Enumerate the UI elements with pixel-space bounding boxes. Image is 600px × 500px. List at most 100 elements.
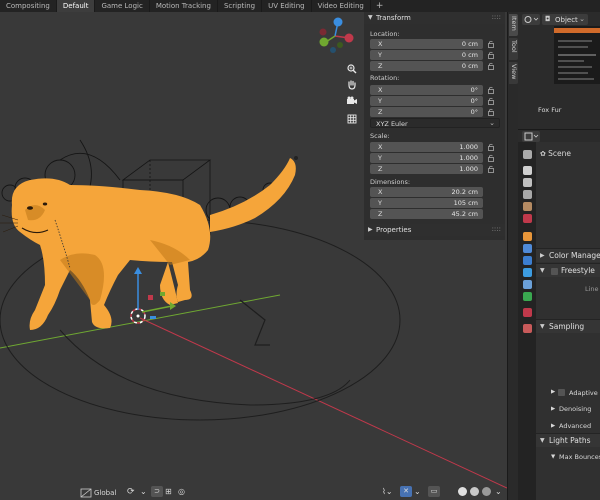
field-value: 105 cm: [453, 199, 478, 207]
adaptive-checkbox[interactable]: [558, 389, 565, 396]
drag-handle-icon[interactable]: ::::: [492, 225, 501, 233]
snap-magnet-button[interactable]: ⊃: [151, 486, 163, 497]
lock-icon[interactable]: [487, 143, 495, 151]
xray-toggle-chevron-icon[interactable]: ⌄: [414, 487, 421, 497]
rotation-y-field[interactable]: Y 0°: [370, 96, 483, 106]
hand-pan-icon[interactable]: [346, 79, 358, 91]
tool-tab-icon[interactable]: [523, 150, 532, 159]
dimensions-y-field[interactable]: Y 105 cm: [370, 198, 483, 208]
view-layer-tab-icon[interactable]: [523, 190, 532, 199]
object-mode-dropdown[interactable]: ◘ Object ⌄: [542, 14, 588, 25]
lock-icon[interactable]: [487, 97, 495, 105]
sidebar-tab-item[interactable]: Item: [509, 14, 518, 36]
proportional-edit-icon[interactable]: ◎: [178, 487, 185, 497]
grid-icon[interactable]: [346, 113, 358, 125]
render-tab-icon[interactable]: [523, 166, 532, 175]
node-editor-area[interactable]: ◘ Object ⌄ Fox Fur: [518, 12, 600, 130]
lock-icon[interactable]: [487, 165, 495, 173]
drag-handle-icon[interactable]: ::::: [492, 13, 501, 21]
sidebar-n-panel: ▼ Transform :::: Location: X0 cm Y0 cm Z…: [364, 12, 505, 240]
rotation-z-field[interactable]: Z 0°: [370, 107, 483, 117]
expand-arrow-icon: ▶: [551, 389, 556, 395]
lock-icon[interactable]: [487, 108, 495, 116]
scene-row[interactable]: ✿ Scene: [540, 149, 571, 158]
location-z-field[interactable]: Z 0 cm: [370, 61, 483, 71]
wireframe-shading-icon[interactable]: ▭: [428, 486, 440, 497]
orientation-dropdown[interactable]: Global: [94, 488, 116, 498]
sidebar-tab-tool[interactable]: Tool: [509, 38, 518, 60]
material-tab-icon[interactable]: [523, 308, 532, 317]
dimensions-x-field[interactable]: X 20.2 cm: [370, 187, 483, 197]
lock-icon[interactable]: [487, 62, 495, 70]
gizmo-neg-x-icon[interactable]: [319, 28, 327, 36]
physics-tab-icon[interactable]: [523, 268, 532, 277]
lock-icon[interactable]: [487, 154, 495, 162]
pivot-point-icon[interactable]: ⟳: [127, 487, 135, 497]
scale-y-field[interactable]: Y 1.000: [370, 153, 483, 163]
tab-game-logic[interactable]: Game Logic: [95, 0, 150, 12]
camera-icon[interactable]: [346, 95, 358, 107]
shading-options-chevron-icon[interactable]: ⌄: [495, 487, 502, 497]
lock-icon[interactable]: [487, 86, 495, 94]
add-workspace-button[interactable]: +: [371, 0, 389, 12]
scene-tab-icon[interactable]: [523, 202, 532, 211]
sampling-section[interactable]: ▼ Sampling: [536, 319, 600, 333]
rotation-x-field[interactable]: X 0°: [370, 85, 483, 95]
location-y-field[interactable]: Y 0 cm: [370, 50, 483, 60]
scale-x-field[interactable]: X 1.000: [370, 142, 483, 152]
field-axis-label: Y: [378, 97, 382, 105]
field-axis-label: Y: [378, 51, 382, 59]
gizmo-z-icon[interactable]: [333, 17, 343, 27]
sidebar-tab-view[interactable]: View: [509, 62, 518, 84]
constraints-tab-icon[interactable]: [523, 280, 532, 289]
tab-default[interactable]: Default: [56, 0, 96, 12]
texture-tab-icon[interactable]: [523, 324, 532, 333]
gizmo-neg-y-icon[interactable]: [337, 42, 343, 48]
material-shading-icon[interactable]: [470, 487, 479, 496]
tab-scripting[interactable]: Scripting: [218, 0, 263, 12]
denoising-label[interactable]: Denoising: [559, 405, 591, 413]
tab-video-editing[interactable]: Video Editing: [312, 0, 371, 12]
output-tab-icon[interactable]: [523, 178, 532, 187]
lock-icon[interactable]: [487, 40, 495, 48]
snap-target-icon[interactable]: ⊞: [165, 487, 172, 497]
world-tab-icon[interactable]: [523, 214, 532, 223]
gizmo-y-icon[interactable]: [319, 37, 329, 47]
max-bounces-label[interactable]: Max Bounces: [559, 453, 600, 461]
particles-tab-icon[interactable]: [523, 256, 532, 265]
zoom-icon[interactable]: [346, 63, 358, 75]
light-paths-section[interactable]: ▼ Light Paths: [536, 433, 600, 447]
overlay-icon[interactable]: ⌇⌄: [382, 487, 393, 497]
orientation-icon[interactable]: [80, 488, 92, 498]
field-value: 0°: [470, 97, 478, 105]
editor-type-button[interactable]: [522, 14, 540, 25]
properties-editor-type-button[interactable]: [522, 131, 540, 142]
gizmo-neg-z-icon[interactable]: [330, 47, 336, 53]
lock-icon[interactable]: [487, 51, 495, 59]
dimensions-z-field[interactable]: Z 45.2 cm: [370, 209, 483, 219]
location-x-field[interactable]: X 0 cm: [370, 39, 483, 49]
object-tab-icon[interactable]: [523, 232, 532, 241]
rendered-shading-icon[interactable]: [482, 487, 491, 496]
freestyle-label: Freestyle: [561, 266, 595, 275]
solid-shading-icon[interactable]: [458, 487, 467, 496]
modifier-tab-icon[interactable]: [523, 244, 532, 253]
properties-panel-header[interactable]: ▶ Properties ::::: [364, 224, 505, 236]
rotation-mode-dropdown[interactable]: XYZ Euler ⌄: [370, 118, 500, 128]
material-node-thumbnail[interactable]: [554, 26, 600, 84]
scale-z-field[interactable]: Z 1.000: [370, 164, 483, 174]
advanced-label[interactable]: Advanced: [559, 422, 591, 430]
gizmo-x-icon[interactable]: [344, 33, 354, 43]
freestyle-section[interactable]: ▼ Freestyle: [536, 263, 600, 277]
xray-icon[interactable]: ✕: [400, 486, 412, 497]
navigation-gizmo[interactable]: [319, 17, 354, 54]
object-data-tab-icon[interactable]: [523, 292, 532, 301]
tab-uv-editing[interactable]: UV Editing: [262, 0, 312, 12]
transform-panel-title: Transform: [376, 14, 411, 22]
snap-icon[interactable]: ⌄: [140, 487, 147, 497]
transform-panel-header[interactable]: ▼ Transform ::::: [364, 12, 505, 24]
freestyle-checkbox[interactable]: [551, 268, 558, 275]
tab-motion-tracking[interactable]: Motion Tracking: [150, 0, 218, 12]
color-management-section[interactable]: ▶ Color Managem: [536, 248, 600, 262]
tab-compositing[interactable]: Compositing: [0, 0, 57, 12]
